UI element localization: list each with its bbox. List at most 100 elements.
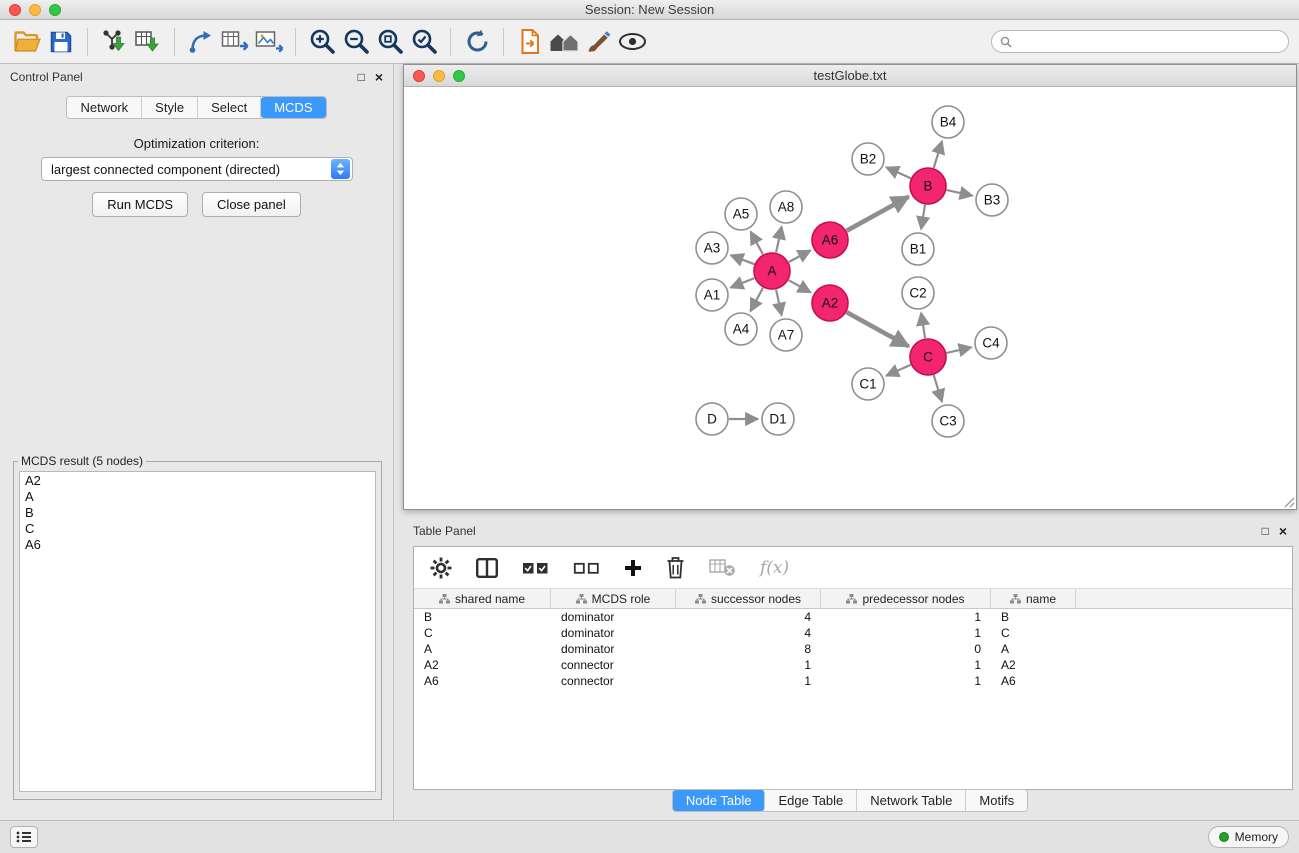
graph-node-C1[interactable]: C1 [852,368,884,400]
graph-edge-B-B2[interactable] [886,167,911,178]
graph-edge-A-A3[interactable] [731,255,755,264]
graph-edge-A6-B[interactable] [847,197,909,231]
close-window-button[interactable] [9,4,21,16]
graph-edge-A-A7[interactable] [776,290,782,316]
zoom-out-button[interactable] [339,25,373,59]
delete-table-button[interactable] [709,558,736,577]
tab-node-table[interactable]: Node Table [673,790,766,811]
graph-node-A4[interactable]: A4 [725,313,757,345]
search-input[interactable] [1017,35,1280,49]
criterion-dropdown[interactable]: largest connected component (directed) [41,157,353,181]
show-columns-button[interactable] [476,558,498,578]
column-header-name[interactable]: name [991,589,1076,608]
import-table-from-file-button[interactable] [131,25,165,59]
graph-edge-C-C2[interactable] [921,313,925,338]
mcds-result-item[interactable]: C [25,521,370,537]
minimize-window-button[interactable] [29,4,41,16]
close-panel-button[interactable]: Close panel [202,192,301,217]
run-mcds-button[interactable]: Run MCDS [92,192,188,217]
graph-edge-A-A4[interactable] [750,288,763,312]
zoom-fit-selected-button[interactable] [407,25,441,59]
table-settings-button[interactable] [430,557,452,579]
column-header-shared-name[interactable]: shared name [414,589,551,608]
graph-edge-C-C4[interactable] [947,347,972,353]
float-table-panel-icon[interactable]: □ [1262,525,1269,537]
graph-node-C3[interactable]: C3 [932,405,964,437]
float-panel-icon[interactable]: □ [358,71,365,83]
tab-network-table[interactable]: Network Table [857,790,966,811]
table-row[interactable]: Bdominator41B [414,609,1292,625]
graph-edge-C-C3[interactable] [934,375,942,402]
table-row[interactable]: Adominator80A [414,641,1292,657]
mcds-result-item[interactable]: A6 [25,537,370,553]
show-graphics-details-button[interactable] [615,25,649,59]
graph-edge-A-A8[interactable] [776,227,782,253]
graph-node-A2[interactable]: A2 [812,285,848,321]
memory-button[interactable]: Memory [1208,826,1289,848]
refresh-layout-button[interactable] [460,25,494,59]
graph-node-D1[interactable]: D1 [762,403,794,435]
table-row[interactable]: A6connector11A6 [414,673,1292,689]
graph-edge-C-C1[interactable] [886,365,911,376]
open-session-button[interactable] [10,25,44,59]
graph-node-A[interactable]: A [754,253,790,289]
maximize-network-window-button[interactable] [453,70,465,82]
mcds-result-item[interactable]: A [25,489,370,505]
tab-edge-table[interactable]: Edge Table [765,790,857,811]
network-window-titlebar[interactable]: testGlobe.txt [404,65,1296,87]
graph-node-D[interactable]: D [696,403,728,435]
graph-node-C[interactable]: C [910,339,946,375]
tab-network[interactable]: Network [67,97,142,118]
table-row[interactable]: Cdominator41C [414,625,1292,641]
mcds-result-item[interactable]: A2 [25,473,370,489]
table-row[interactable]: A2connector11A2 [414,657,1292,673]
save-session-button[interactable] [44,25,78,59]
resize-grip-icon[interactable] [1281,494,1295,508]
column-header-predecessor-nodes[interactable]: predecessor nodes [821,589,991,608]
graph-edge-B-B3[interactable] [947,190,973,196]
graph-edge-A-A1[interactable] [731,278,755,288]
close-panel-icon[interactable]: × [375,71,383,83]
export-network-button[interactable] [184,25,218,59]
graph-node-B4[interactable]: B4 [932,106,964,138]
tab-motifs[interactable]: Motifs [966,790,1027,811]
tab-style[interactable]: Style [142,97,198,118]
create-column-button[interactable] [624,559,642,577]
graph-node-A3[interactable]: A3 [696,232,728,264]
unselect-all-columns-button[interactable] [573,561,600,575]
graph-node-B2[interactable]: B2 [852,143,884,175]
graph-edge-A-A2[interactable] [789,280,811,292]
graph-node-B3[interactable]: B3 [976,184,1008,216]
graph-node-A1[interactable]: A1 [696,279,728,311]
import-network-from-file-button[interactable] [97,25,131,59]
graph-node-C2[interactable]: C2 [902,277,934,309]
graph-edge-B-B1[interactable] [921,205,925,229]
network-canvas[interactable]: ABCA2A6A1A3A4A5A7A8B1B2B3B4C1C2C3C4DD1 [404,87,1296,509]
graph-node-B1[interactable]: B1 [902,233,934,265]
first-neighbors-button[interactable] [547,25,581,59]
column-header-MCDS-role[interactable]: MCDS role [551,589,676,608]
export-table-button[interactable] [218,25,252,59]
graph-node-A6[interactable]: A6 [812,222,848,258]
function-builder-button[interactable]: f(x) [760,558,789,578]
export-image-button[interactable] [252,25,286,59]
network-graph[interactable]: ABCA2A6A1A3A4A5A7A8B1B2B3B4C1C2C3C4DD1 [404,87,1296,509]
zoom-actual-size-button[interactable] [373,25,407,59]
task-history-button[interactable] [10,826,38,848]
select-all-columns-button[interactable] [522,561,549,575]
graph-node-A8[interactable]: A8 [770,191,802,223]
graph-node-A7[interactable]: A7 [770,319,802,351]
close-network-window-button[interactable] [413,70,425,82]
zoom-in-button[interactable] [305,25,339,59]
maximize-window-button[interactable] [49,4,61,16]
search-box[interactable] [991,30,1289,53]
session-snapshot-button[interactable] [513,25,547,59]
graph-node-A5[interactable]: A5 [725,198,757,230]
mcds-result-list[interactable]: A2ABCA6 [19,471,376,792]
minimize-network-window-button[interactable] [433,70,445,82]
tab-mcds[interactable]: MCDS [261,97,325,118]
graph-edge-B-B4[interactable] [934,141,942,168]
graph-node-B[interactable]: B [910,168,946,204]
graph-edge-A-A5[interactable] [751,232,763,255]
delete-column-button[interactable] [666,556,685,579]
